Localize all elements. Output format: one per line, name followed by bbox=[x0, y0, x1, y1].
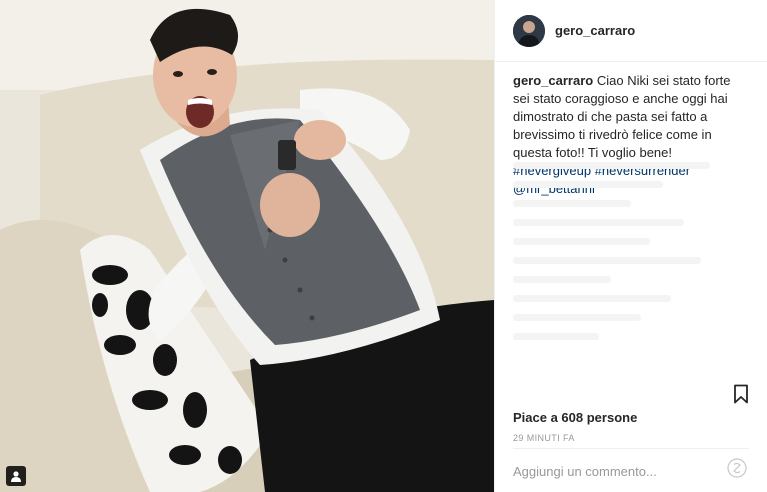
likes-count[interactable]: Piace a 608 persone bbox=[513, 410, 637, 425]
post-author-username[interactable]: gero_carraro bbox=[555, 23, 635, 38]
bookmark-icon[interactable] bbox=[733, 384, 749, 404]
comment-divider bbox=[513, 448, 749, 449]
instagram-post: gero_carraro gero_carraro Ciao Niki sei … bbox=[0, 0, 767, 492]
post-caption: gero_carraro Ciao Niki sei stato forte s… bbox=[495, 62, 767, 342]
comment-input[interactable] bbox=[513, 460, 703, 482]
post-photo-illustration bbox=[0, 0, 494, 492]
caption-username[interactable]: gero_carraro bbox=[513, 73, 593, 88]
post-header: gero_carraro bbox=[495, 0, 767, 62]
user-tag-icon[interactable] bbox=[6, 466, 26, 486]
faded-comments-placeholder bbox=[513, 162, 727, 352]
more-options-icon[interactable] bbox=[725, 456, 749, 480]
avatar-image bbox=[513, 14, 545, 47]
post-timestamp[interactable]: 29 MINUTI FA bbox=[513, 433, 575, 443]
post-actions bbox=[513, 384, 749, 404]
user-tag-glyph bbox=[11, 471, 21, 482]
post-photo[interactable] bbox=[0, 0, 494, 492]
avatar[interactable] bbox=[513, 14, 545, 47]
post-side-panel: gero_carraro gero_carraro Ciao Niki sei … bbox=[494, 0, 767, 492]
